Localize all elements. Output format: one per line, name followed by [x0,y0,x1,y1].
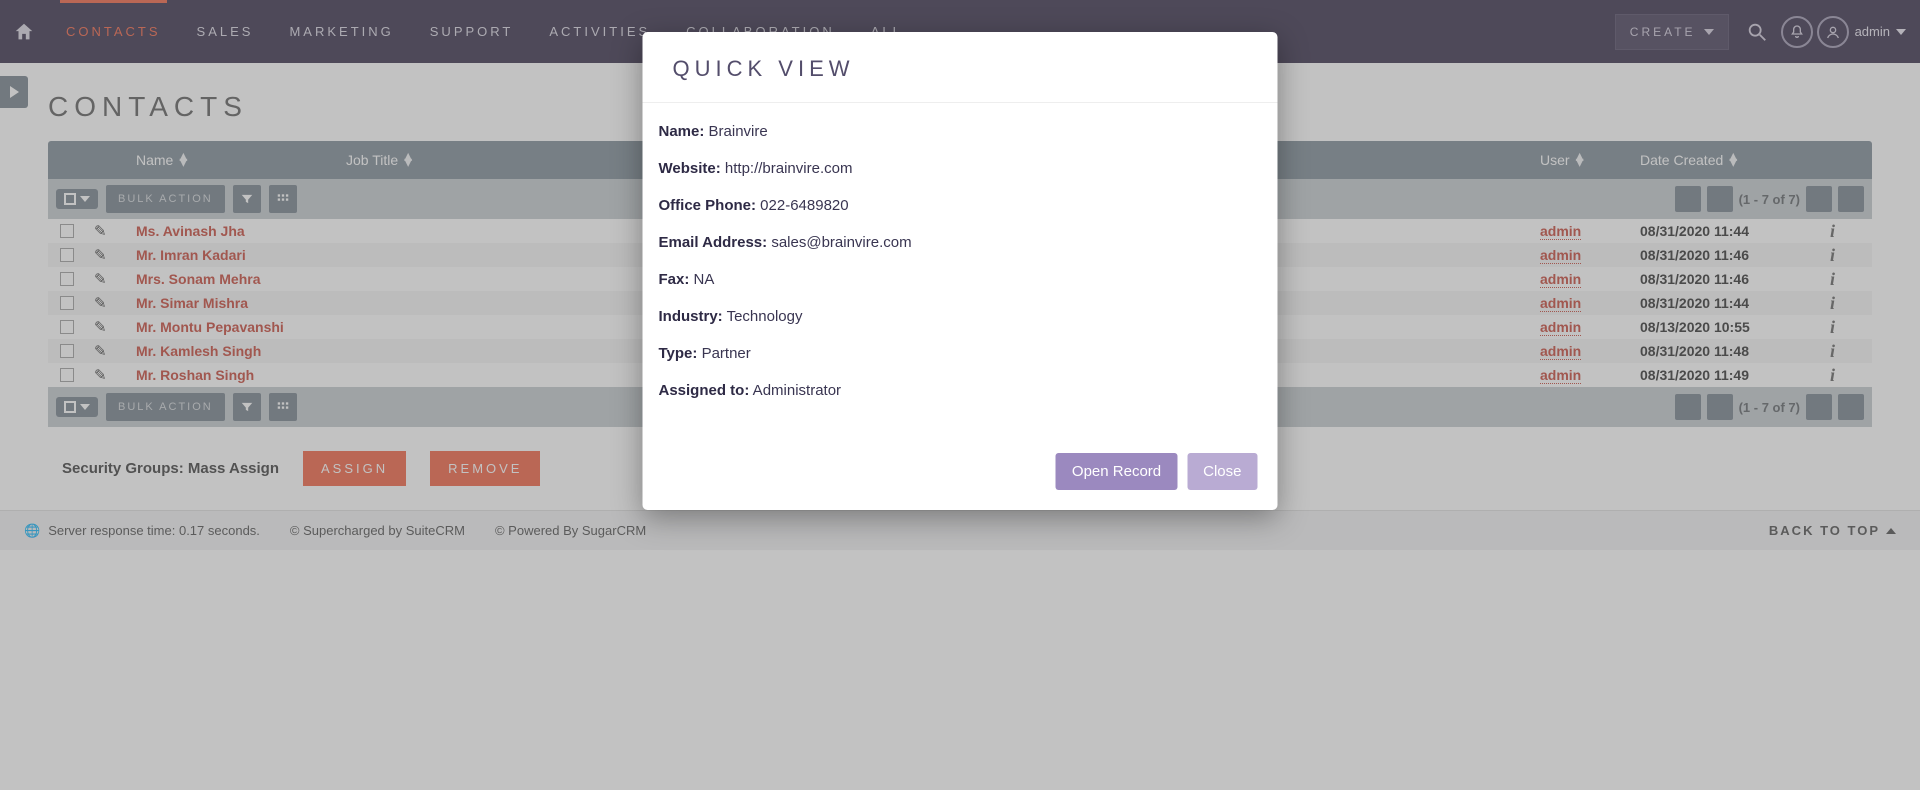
quick-view-modal: QUICK VIEW Name: BrainvireWebsite: http:… [643,32,1278,510]
modal-body: Name: BrainvireWebsite: http://brainvire… [643,103,1278,435]
modal-field: Industry: Technology [659,298,1262,335]
modal-field: Office Phone: 022-6489820 [659,187,1262,224]
open-record-button[interactable]: Open Record [1056,453,1177,490]
modal-field: Type: Partner [659,335,1262,372]
modal-field: Name: Brainvire [659,113,1262,150]
modal-title: QUICK VIEW [673,56,1248,82]
modal-field: Website: http://brainvire.com [659,150,1262,187]
close-button[interactable]: Close [1187,453,1257,490]
modal-field: Assigned to: Administrator [659,372,1262,409]
modal-field: Email Address: sales@brainvire.com [659,224,1262,261]
modal-field: Fax: NA [659,261,1262,298]
